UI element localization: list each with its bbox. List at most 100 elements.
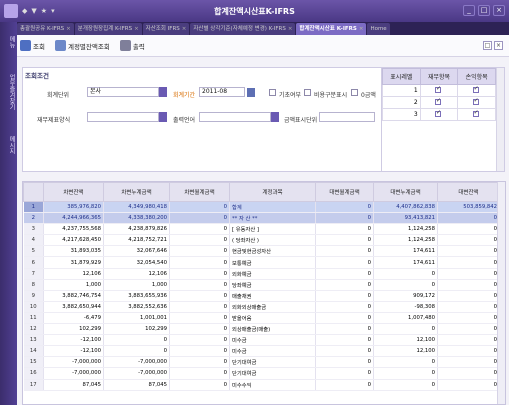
currency-unit-input[interactable] xyxy=(319,112,375,122)
credit-monthly-cell[interactable]: 0 xyxy=(315,223,374,236)
table-row[interactable]: 12 102,299 102,299 0 외상매출금(매출) 0 0 0 xyxy=(23,323,500,336)
debit-monthly-cell[interactable]: 0 xyxy=(169,268,230,280)
panel-close-button[interactable]: × xyxy=(494,41,503,50)
account-cell[interactable]: 보통예금 xyxy=(229,256,316,269)
debit-balance-cell[interactable]: 31,893,035 xyxy=(43,245,104,258)
debit-monthly-cell[interactable]: 0 xyxy=(169,279,230,291)
credit-balance-cell[interactable]: 0 xyxy=(437,367,500,380)
account-cell[interactable]: 외화예금 xyxy=(229,268,316,280)
restore-button[interactable]: □ xyxy=(483,41,492,50)
grid-scrollbar[interactable] xyxy=(497,182,505,404)
credit-cumulative-cell[interactable]: 0 xyxy=(373,323,438,336)
credit-monthly-cell[interactable]: 0 xyxy=(315,256,374,269)
nondeduct-checkbox[interactable] xyxy=(304,89,311,96)
tab-general-ledger[interactable]: 총괄원공유 K-IFRS × xyxy=(17,23,74,35)
debit-balance-cell[interactable]: 4,237,755,568 xyxy=(43,223,104,236)
table-row[interactable]: 10 3,882,650,944 3,882,552,636 0 외화외상매출금 0 -98… xyxy=(23,301,500,313)
credit-cumulative-cell[interactable]: 909,172 xyxy=(373,290,438,302)
account-cell[interactable]: 단기대여금 xyxy=(229,356,316,369)
debit-monthly-cell[interactable]: 0 xyxy=(169,323,230,336)
fin-checkbox[interactable] xyxy=(434,97,441,105)
table-row[interactable]: 17 87,045 87,045 0 미수수익 0 0 0 xyxy=(23,379,500,391)
sidebar-item-menu[interactable]: 메뉴 xyxy=(2,28,15,56)
account-cell[interactable]: 당좌예금 xyxy=(229,279,316,291)
debit-cumulative-cell[interactable]: -7,000,000 xyxy=(103,356,170,369)
fin-cell[interactable] xyxy=(419,108,459,121)
credit-monthly-cell[interactable]: 0 xyxy=(315,234,374,247)
table-row[interactable]: 3 4,237,755,568 4,238,879,826 0[ 유동자산 ] 0 1,1… xyxy=(23,223,500,236)
debit-cumulative-cell[interactable]: 3,883,655,936 xyxy=(103,290,170,302)
debit-cumulative-cell[interactable]: 32,067,646 xyxy=(103,245,170,258)
account-cell[interactable]: 외화외상매출금 xyxy=(229,301,316,313)
debit-monthly-cell[interactable]: 0 xyxy=(169,256,230,269)
debit-balance-cell[interactable]: -12,100 xyxy=(43,345,104,358)
table-row[interactable]: 1 385,976,820 4,349,980,418 0 합계 0 4,407,862,8… xyxy=(23,201,500,214)
credit-monthly-cell[interactable]: 0 xyxy=(315,367,374,380)
table-row[interactable]: 6 31,879,929 32,054,540 0 보통예금 0 174,611 0 xyxy=(23,256,500,269)
tab-asset-query[interactable]: 자산조회 IFRS × xyxy=(142,23,190,35)
maximize-button[interactable]: □ xyxy=(478,5,490,16)
tab-home[interactable]: Home xyxy=(367,23,390,35)
credit-monthly-cell[interactable]: 0 xyxy=(315,212,374,225)
table-row[interactable]: 16 -7,000,000 -7,000,000 0 단기대여금 0 0 0 xyxy=(23,367,500,380)
credit-monthly-cell[interactable]: 0 xyxy=(315,334,374,347)
table-row[interactable]: 11 -6,479 1,001,001 0 받을어음 0 1,007,480 0 xyxy=(23,312,500,325)
debit-monthly-cell[interactable]: 0 xyxy=(169,356,230,369)
credit-balance-cell[interactable]: 0 xyxy=(437,312,500,325)
table-row[interactable]: 7 12,106 12,106 0 외화예금 0 0 0 xyxy=(23,268,500,280)
debit-balance-cell[interactable]: 102,299 xyxy=(43,323,104,336)
debit-cumulative-cell[interactable]: 32,054,540 xyxy=(103,256,170,269)
credit-monthly-cell[interactable]: 0 xyxy=(315,290,374,302)
debit-monthly-cell[interactable]: 0 xyxy=(169,345,230,358)
credit-cumulative-cell[interactable]: 4,407,862,838 xyxy=(373,201,438,214)
credit-cumulative-cell[interactable]: 12,100 xyxy=(373,334,438,347)
close-icon[interactable]: × xyxy=(288,26,293,32)
debit-cumulative-cell[interactable]: 4,238,879,826 xyxy=(103,223,170,236)
pl-checkbox[interactable] xyxy=(472,85,479,93)
credit-balance-header[interactable]: 대변잔액 xyxy=(437,182,500,202)
credit-cumulative-cell[interactable]: 174,611 xyxy=(373,245,438,258)
table-row[interactable]: 15 -7,000,000 -7,000,000 0 단기대여금 0 0 0 xyxy=(23,356,500,369)
debit-balance-cell[interactable]: 4,244,966,365 xyxy=(43,212,104,225)
tab-depreciation[interactable]: 자산별 상각기준(자체예정 변경) K-IFRS × xyxy=(190,23,296,35)
credit-monthly-cell[interactable]: 0 xyxy=(315,323,374,336)
credit-monthly-cell[interactable]: 0 xyxy=(315,356,374,369)
debit-monthly-cell[interactable]: 0 xyxy=(169,245,230,258)
debit-balance-cell[interactable]: -6,479 xyxy=(43,312,104,325)
credit-monthly-cell[interactable]: 0 xyxy=(315,268,374,280)
debit-balance-cell[interactable]: -7,000,000 xyxy=(43,356,104,369)
credit-cumulative-cell[interactable]: 1,007,480 xyxy=(373,312,438,325)
credit-balance-cell[interactable]: 0 xyxy=(437,345,500,358)
pl-cell[interactable] xyxy=(457,84,496,97)
credit-balance-cell[interactable]: 503,859,842 xyxy=(437,201,500,214)
table-row[interactable]: 8 1,000 1,000 0 당좌예금 0 0 0 xyxy=(23,279,500,291)
debit-monthly-cell[interactable]: 0 xyxy=(169,290,230,302)
print-button[interactable]: 출력 xyxy=(119,40,145,51)
debit-balance-cell[interactable]: 385,976,820 xyxy=(43,201,104,214)
credit-balance-cell[interactable]: 0 xyxy=(437,356,500,369)
credit-cumulative-header[interactable]: 대변누계금액 xyxy=(373,182,438,202)
tab-trial-balance[interactable]: 합계잔액시산표 K-IFRS × xyxy=(296,23,367,35)
credit-balance-cell[interactable]: 0 xyxy=(437,256,500,269)
account-cell[interactable]: 미수금 xyxy=(229,345,316,358)
credit-balance-cell[interactable]: 0 xyxy=(437,234,500,247)
credit-balance-cell[interactable]: 0 xyxy=(437,334,500,347)
debit-balance-cell[interactable]: 3,882,746,754 xyxy=(43,290,104,302)
debit-cumulative-cell[interactable]: 1,001,001 xyxy=(103,312,170,325)
debit-cumulative-cell[interactable]: 0 xyxy=(103,345,170,358)
debit-monthly-cell[interactable]: 0 xyxy=(169,367,230,380)
close-button[interactable]: × xyxy=(493,5,505,16)
credit-balance-cell[interactable]: 0 xyxy=(437,290,500,302)
credit-balance-cell[interactable]: 0 xyxy=(437,279,500,291)
debit-monthly-cell[interactable]: 0 xyxy=(169,223,230,236)
table-row[interactable]: 9 3,882,746,754 3,883,655,936 0 매출채권 0 909,172… xyxy=(23,290,500,302)
credit-cumulative-cell[interactable]: 0 xyxy=(373,268,438,280)
pl-checkbox[interactable] xyxy=(472,97,479,105)
fin-checkbox[interactable] xyxy=(434,85,441,93)
minimize-button[interactable]: _ xyxy=(463,5,475,16)
debit-balance-cell[interactable]: 3,882,650,944 xyxy=(43,301,104,313)
credit-cumulative-cell[interactable]: 0 xyxy=(373,379,438,391)
debit-monthly-cell[interactable]: 0 xyxy=(169,234,230,247)
debit-monthly-cell[interactable]: 0 xyxy=(169,334,230,347)
account-cell[interactable]: ( 당좌자산 ) xyxy=(229,234,316,247)
